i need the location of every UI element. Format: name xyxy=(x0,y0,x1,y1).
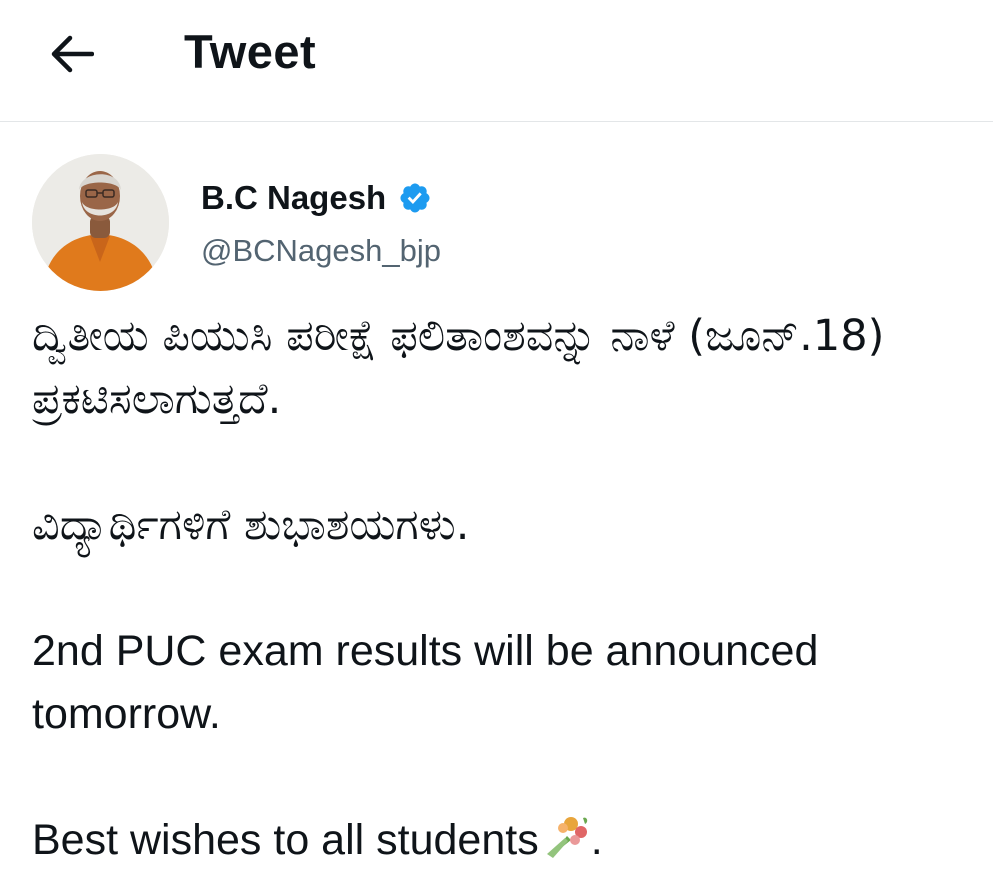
verified-badge-icon xyxy=(400,183,430,213)
tweet-text: ದ್ವಿತೀಯ ಪಿಯುಸಿ ಪರೀಕ್ಷೆ ಫಲಿತಾಂಶವನ್ನು ನಾಳೆ… xyxy=(32,305,972,872)
arrow-left-icon xyxy=(51,35,94,73)
author-display-name[interactable]: B.C Nagesh xyxy=(201,176,432,220)
top-bar: Tweet xyxy=(0,0,993,122)
tweet-english-line-2: Best wishes to all students xyxy=(32,816,539,864)
tweet-english-line-2-wrap: Best wishes to all students . xyxy=(32,809,972,872)
tweet-kannada-line-1: ದ್ವಿತೀಯ ಪಿಯುಸಿ ಪರೀಕ್ಷೆ ಫಲಿತಾಂಶವನ್ನು ನಾಳೆ… xyxy=(32,311,899,424)
page-title: Tweet xyxy=(184,25,317,78)
author-handle[interactable]: @BCNagesh_bjp xyxy=(201,230,441,272)
tweet-english-line-2-period: . xyxy=(590,816,603,864)
avatar[interactable] xyxy=(32,154,169,291)
bouquet-icon xyxy=(546,817,587,858)
tweet-kannada-line-2: ವಿದ್ಯಾರ್ಥಿಗಳಿಗೆ ಶುಭಾಶಯಗಳು. xyxy=(32,500,470,550)
profile-photo xyxy=(32,154,169,291)
author-name-text: B.C Nagesh xyxy=(201,179,387,216)
back-button[interactable] xyxy=(44,26,100,82)
tweet-english-line-1: 2nd PUC exam results will be announced t… xyxy=(32,627,831,738)
